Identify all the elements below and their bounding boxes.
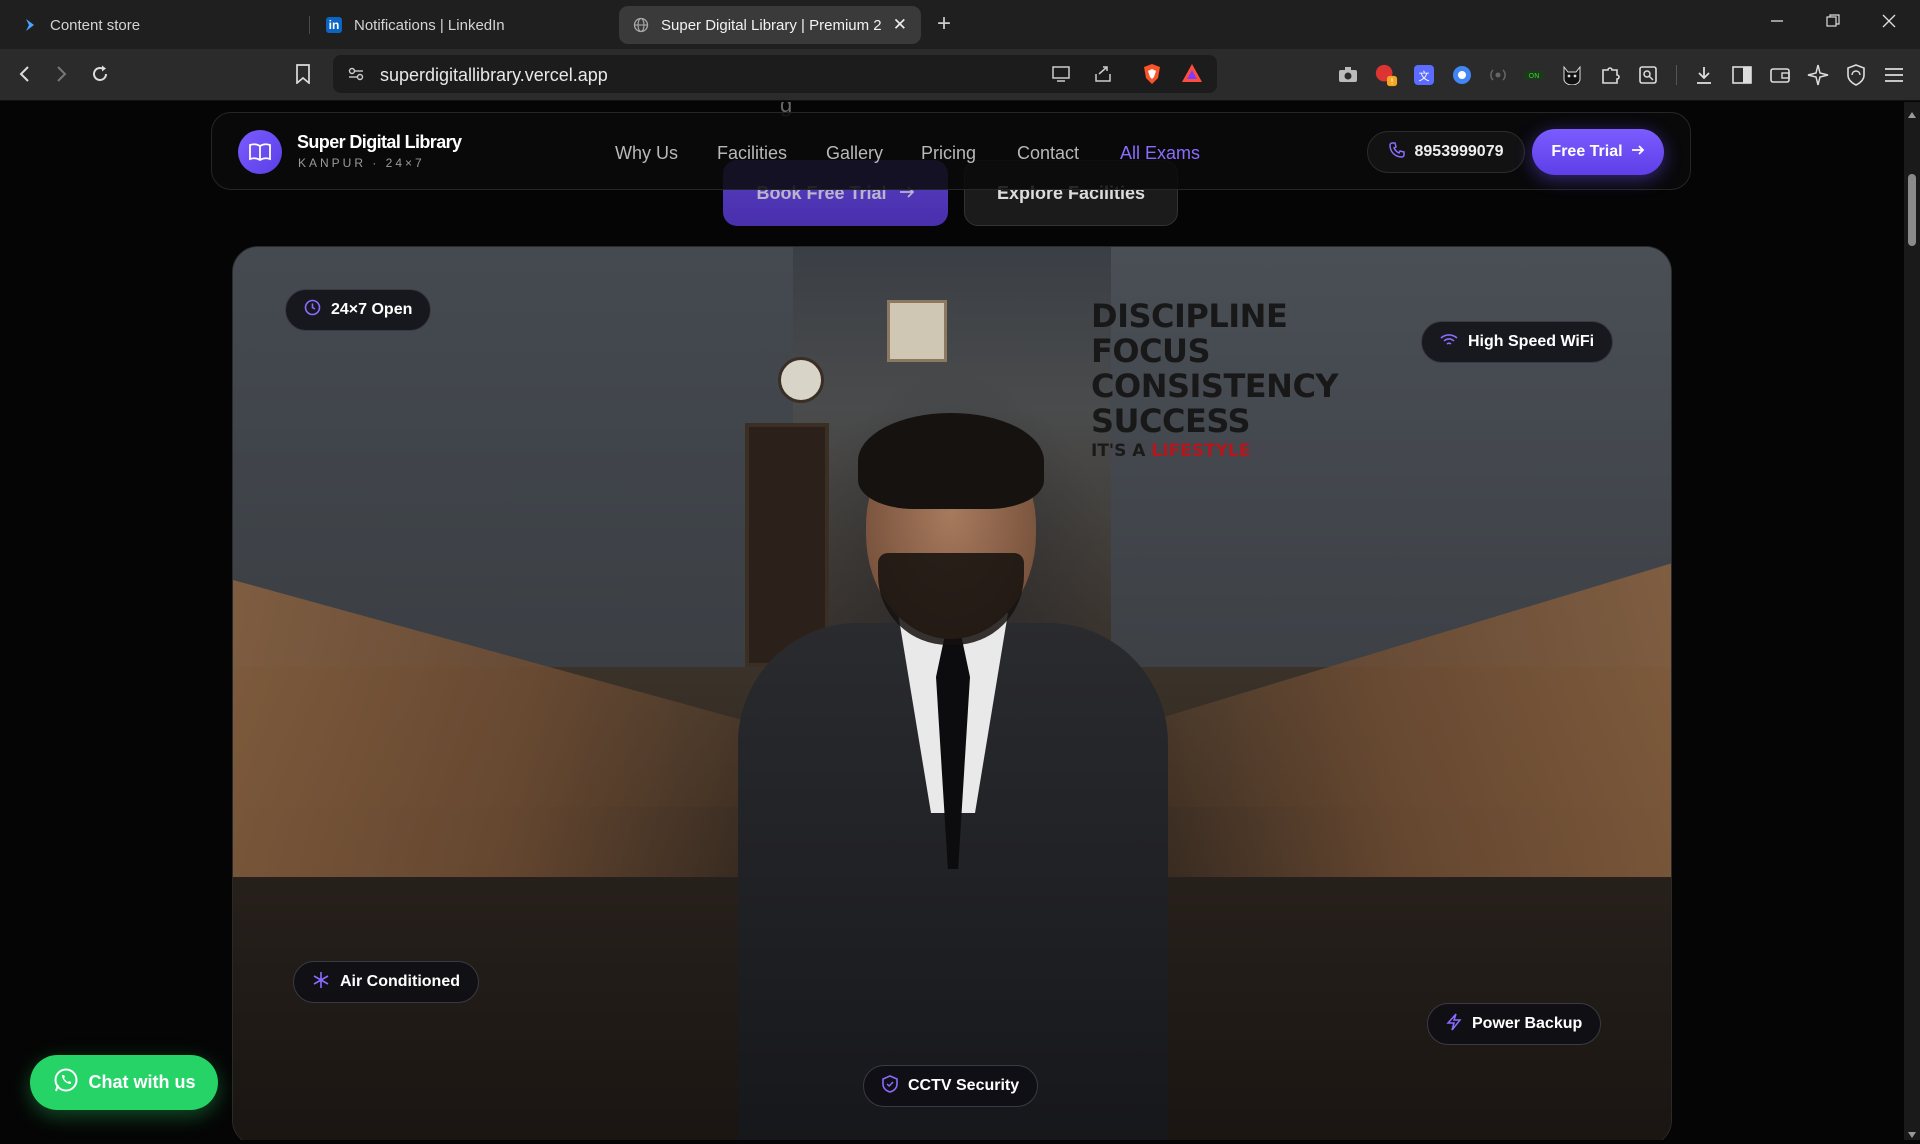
tab-label: Super Digital Library | Premium 2 bbox=[661, 16, 882, 34]
leo-ai-icon[interactable] bbox=[1806, 63, 1830, 87]
reload-icon[interactable] bbox=[87, 61, 113, 87]
scrollbar-thumb[interactable] bbox=[1908, 174, 1916, 246]
close-window-icon[interactable] bbox=[1882, 12, 1896, 33]
chip-label: Power Backup bbox=[1472, 1015, 1583, 1032]
chrome-extension-icon[interactable] bbox=[1450, 63, 1474, 87]
download-icon[interactable] bbox=[1692, 63, 1716, 87]
tab-linkedin[interactable]: in Notifications | LinkedIn bbox=[312, 6, 612, 44]
shield-icon bbox=[882, 1074, 898, 1098]
slogan-line: DISCIPLINE bbox=[1091, 297, 1288, 335]
phone-icon bbox=[1388, 141, 1405, 163]
translate-extension-icon[interactable]: 文 bbox=[1412, 63, 1436, 87]
brave-rewards-icon[interactable] bbox=[1181, 63, 1203, 88]
nav-why-us[interactable]: Why Us bbox=[615, 143, 678, 164]
vpn-shield-icon[interactable] bbox=[1844, 63, 1868, 87]
scroll-up-icon[interactable] bbox=[1907, 106, 1917, 124]
browser-toolbar: superdigitallibrary.vercel.app ! 文 ON bbox=[0, 49, 1920, 101]
tab-bar: Content store in Notifications | LinkedI… bbox=[0, 0, 1920, 49]
menu-icon[interactable] bbox=[1882, 63, 1906, 87]
svg-text:ON: ON bbox=[1529, 72, 1540, 80]
cat-extension-icon[interactable] bbox=[1560, 63, 1584, 87]
share-icon[interactable] bbox=[1093, 64, 1113, 89]
screenshot-icon[interactable] bbox=[1336, 63, 1360, 87]
back-icon[interactable] bbox=[12, 61, 38, 87]
chip-label: 24×7 Open bbox=[331, 301, 413, 318]
address-bar[interactable]: superdigitallibrary.vercel.app bbox=[333, 55, 1217, 93]
chip-high-speed-wifi: High Speed WiFi bbox=[1421, 321, 1614, 363]
snowflake-icon bbox=[312, 971, 330, 994]
extensions-puzzle-icon[interactable] bbox=[1598, 63, 1622, 87]
lightning-icon bbox=[1446, 1013, 1462, 1036]
radio-extension-icon[interactable] bbox=[1486, 63, 1510, 87]
web-page: g Book Free Trial Explore Facilities DIS… bbox=[0, 102, 1904, 1140]
tab-content-store[interactable]: Content store bbox=[8, 6, 308, 44]
chip-label: Air Conditioned bbox=[340, 973, 460, 990]
free-trial-label: Free Trial bbox=[1551, 143, 1623, 160]
close-tab-icon[interactable]: ✕ bbox=[893, 15, 907, 35]
whatsapp-chat-button[interactable]: Chat with us bbox=[30, 1055, 218, 1110]
svg-text:!: ! bbox=[1390, 76, 1393, 86]
whatsapp-icon bbox=[53, 1067, 79, 1098]
site-settings-icon[interactable] bbox=[347, 65, 365, 88]
chip-cctv-security: CCTV Security bbox=[863, 1065, 1039, 1107]
chip-power-backup: Power Backup bbox=[1427, 1003, 1602, 1045]
linkedin-icon: in bbox=[326, 17, 342, 33]
page-scrollbar[interactable] bbox=[1904, 102, 1920, 1140]
minimize-icon[interactable] bbox=[1770, 12, 1784, 33]
chip-air-conditioned: Air Conditioned bbox=[293, 961, 479, 1003]
cast-icon[interactable] bbox=[1051, 65, 1071, 88]
brand-subtitle: KANPUR · 24×7 bbox=[298, 156, 425, 170]
globe-icon bbox=[633, 17, 649, 33]
chip-label: High Speed WiFi bbox=[1468, 333, 1595, 350]
phone-button[interactable]: 8953999079 bbox=[1367, 131, 1525, 173]
clock-icon bbox=[304, 299, 321, 321]
wifi-icon bbox=[1440, 333, 1458, 352]
slogan-line: FOCUS bbox=[1091, 332, 1211, 370]
whatsapp-label: Chat with us bbox=[88, 1072, 196, 1092]
sidebar-icon[interactable] bbox=[1730, 63, 1754, 87]
nav-contact[interactable]: Contact bbox=[1017, 143, 1079, 164]
free-trial-button[interactable]: Free Trial bbox=[1532, 129, 1664, 175]
bookmark-icon[interactable] bbox=[290, 61, 316, 87]
person-in-suit-illustration bbox=[738, 373, 1168, 1140]
restore-icon[interactable] bbox=[1826, 12, 1840, 33]
url-text: superdigitallibrary.vercel.app bbox=[380, 65, 608, 85]
nav-gallery[interactable]: Gallery bbox=[826, 143, 883, 164]
new-tab-icon[interactable]: + bbox=[937, 12, 951, 36]
arrow-right-icon bbox=[1631, 143, 1645, 161]
tab-super-digital-library[interactable]: Super Digital Library | Premium 2 ✕ bbox=[619, 6, 921, 44]
svg-text:文: 文 bbox=[1419, 69, 1430, 83]
nav-pricing[interactable]: Pricing bbox=[921, 143, 976, 164]
nav-facilities[interactable]: Facilities bbox=[717, 143, 787, 164]
chip-24x7-open: 24×7 Open bbox=[285, 289, 432, 331]
nav-all-exams[interactable]: All Exams bbox=[1120, 143, 1200, 164]
wall-fan-illustration bbox=[887, 300, 947, 362]
book-logo-icon[interactable] bbox=[238, 130, 282, 174]
phone-number: 8953999079 bbox=[1414, 143, 1504, 160]
extension-badge-icon[interactable]: ! bbox=[1374, 63, 1398, 87]
scroll-down-icon[interactable] bbox=[1907, 1126, 1917, 1144]
tab-label: Content store bbox=[50, 16, 141, 34]
content-store-icon bbox=[22, 17, 38, 33]
site-navbar: Super Digital Library KANPUR · 24×7 Why … bbox=[211, 112, 1691, 190]
reader-mode-icon[interactable] bbox=[1636, 63, 1660, 87]
wallet-icon[interactable] bbox=[1768, 63, 1792, 87]
brave-shields-icon[interactable] bbox=[1141, 63, 1163, 90]
brand-name[interactable]: Super Digital Library bbox=[297, 132, 462, 153]
hero-image: DISCIPLINE FOCUS CONSISTENCY SUCCESS IT'… bbox=[232, 246, 1672, 1140]
tab-label: Notifications | LinkedIn bbox=[354, 16, 505, 34]
forward-icon[interactable] bbox=[48, 61, 74, 87]
green-extension-icon[interactable]: ON bbox=[1522, 63, 1546, 87]
chip-label: CCTV Security bbox=[908, 1077, 1020, 1094]
